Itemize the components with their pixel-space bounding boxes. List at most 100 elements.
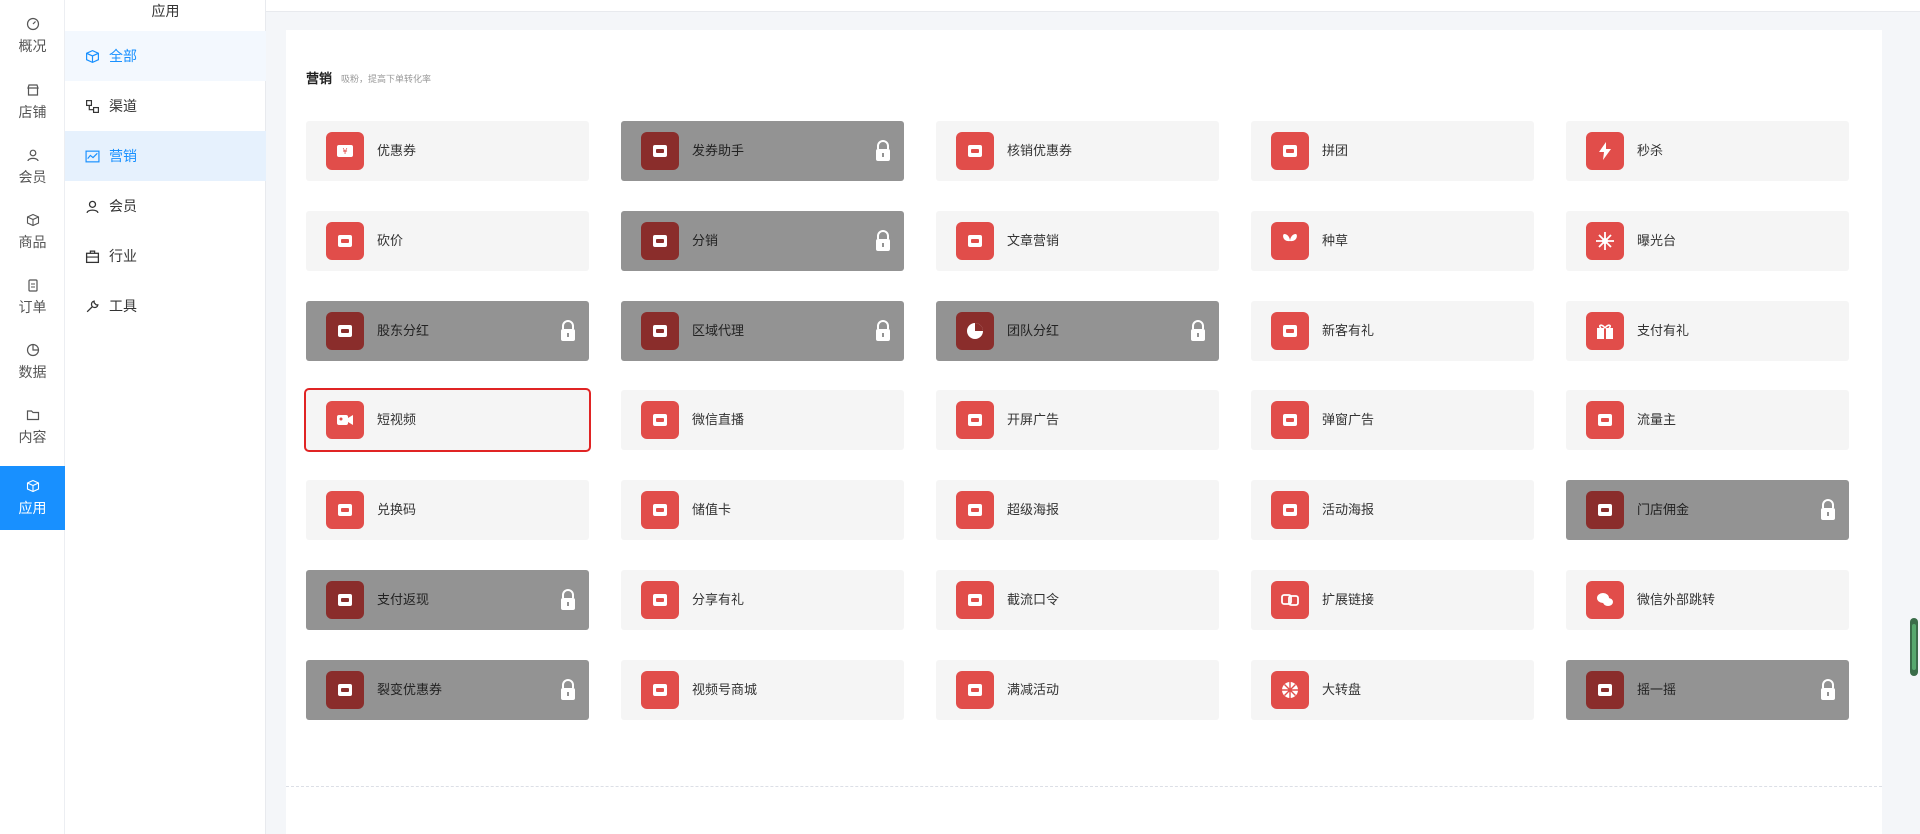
app-card-label: 拼团 xyxy=(1322,143,1349,158)
app-card-label: 优惠券 xyxy=(377,143,417,158)
submenu-item-label: 全部 xyxy=(109,48,137,64)
app-card[interactable]: 支付返现 xyxy=(306,570,589,630)
app-card[interactable]: 秒杀 xyxy=(1566,121,1849,181)
discount-icon xyxy=(956,671,994,709)
app-card[interactable]: 兑换码 xyxy=(306,480,589,540)
app-card[interactable]: 分享有礼 xyxy=(621,570,904,630)
rail-item-orders[interactable]: 订单 xyxy=(0,265,65,329)
app-card-label: 股东分红 xyxy=(377,323,430,338)
app-card[interactable]: 短视频 xyxy=(304,388,591,452)
app-card[interactable]: 弹窗广告 xyxy=(1251,390,1534,450)
app-card[interactable]: 发券助手 xyxy=(621,121,904,181)
app-card[interactable]: 活动海报 xyxy=(1251,480,1534,540)
video-camera-icon xyxy=(326,401,364,439)
rail-item-member[interactable]: 会员 xyxy=(0,135,65,199)
redeem-code-icon xyxy=(326,491,364,529)
app-card[interactable]: 截流口令 xyxy=(936,570,1219,630)
submenu-item-member[interactable]: 会员 xyxy=(65,181,266,231)
app-card-label: 曝光台 xyxy=(1637,233,1677,248)
app-card-label: 大转盘 xyxy=(1322,682,1362,697)
rail-item-label: 内容 xyxy=(18,428,47,445)
app-card[interactable]: 团队分红 xyxy=(936,301,1219,361)
app-card[interactable]: 开屏广告 xyxy=(936,390,1219,450)
rail-item-label: 应用 xyxy=(18,499,47,516)
app-card[interactable]: 文章营销 xyxy=(936,211,1219,271)
rail-item-data[interactable]: 数据 xyxy=(0,330,65,394)
submenu-item-marketing[interactable]: 营销 xyxy=(65,131,266,181)
top-bar xyxy=(266,0,1920,12)
app-card[interactable]: 裂变优惠券 xyxy=(306,660,589,720)
lightning-icon xyxy=(1586,132,1624,170)
secondary-menu: 应用 全部 渠道 营销 会员 行业 工具 xyxy=(65,0,266,834)
app-card[interactable]: 门店佣金 xyxy=(1566,480,1849,540)
app-card[interactable]: 分销 xyxy=(621,211,904,271)
lock-icon xyxy=(876,230,890,251)
video-shop-icon xyxy=(641,671,679,709)
app-card-label: 微信外部跳转 xyxy=(1637,592,1716,607)
app-card[interactable]: 摇一摇 xyxy=(1566,660,1849,720)
star-badge-icon xyxy=(956,491,994,529)
app-card-label: 区域代理 xyxy=(692,323,745,338)
submenu-item-label: 会员 xyxy=(109,198,137,214)
lock-icon xyxy=(876,140,890,161)
rail-item-overview[interactable]: 概况 xyxy=(0,4,65,68)
app-card[interactable]: 砍价 xyxy=(306,211,589,271)
app-card-label: 兑换码 xyxy=(377,502,417,517)
app-card[interactable]: 股东分红 xyxy=(306,301,589,361)
app-card[interactable]: 支付有礼 xyxy=(1566,301,1849,361)
app-card[interactable]: 流量主 xyxy=(1566,390,1849,450)
app-card[interactable]: 扩展链接 xyxy=(1251,570,1534,630)
store-icon xyxy=(26,83,39,96)
rail-item-goods[interactable]: 商品 xyxy=(0,200,65,264)
app-card[interactable]: 储值卡 xyxy=(621,480,904,540)
user-icon xyxy=(26,149,39,161)
coin-stack-icon xyxy=(641,312,679,350)
submenu-item-tools[interactable]: 工具 xyxy=(65,281,266,331)
channel-icon xyxy=(86,99,99,113)
submenu-item-channel[interactable]: 渠道 xyxy=(65,81,266,131)
rail-item-store[interactable]: 店铺 xyxy=(0,70,65,134)
app-card[interactable]: 拼团 xyxy=(1251,121,1534,181)
app-card[interactable]: 核销优惠券 xyxy=(936,121,1219,181)
page-scrollbar[interactable] xyxy=(1910,618,1918,676)
rail-item-apps[interactable]: 应用 xyxy=(0,466,65,530)
app-card-label: 文章营销 xyxy=(1007,233,1060,248)
app-card[interactable]: 新客有礼 xyxy=(1251,301,1534,361)
app-card[interactable]: 区域代理 xyxy=(621,301,904,361)
traffic-drop-icon xyxy=(1586,401,1624,439)
user-icon xyxy=(86,200,99,213)
cube-icon xyxy=(26,479,39,492)
app-card[interactable]: ¥ 优惠券 xyxy=(306,121,589,181)
rail-item-label: 概况 xyxy=(18,37,47,54)
submenu-item-label: 营销 xyxy=(109,148,137,164)
app-card-label: 种草 xyxy=(1322,233,1349,248)
rail-item-content[interactable]: 内容 xyxy=(0,395,65,459)
cashback-icon xyxy=(326,581,364,619)
app-card[interactable]: 种草 xyxy=(1251,211,1534,271)
app-card[interactable]: 微信外部跳转 xyxy=(1566,570,1849,630)
section-title: 营销 xyxy=(306,71,333,86)
price-tag-icon xyxy=(326,222,364,260)
dashboard-icon xyxy=(26,17,39,30)
submenu-item-label: 工具 xyxy=(109,298,137,314)
app-card[interactable]: 大转盘 xyxy=(1251,660,1534,720)
wrench-icon xyxy=(86,299,99,312)
app-card[interactable]: 微信直播 xyxy=(621,390,904,450)
dial-icon xyxy=(1271,491,1309,529)
primary-nav-rail: 概况 店铺 会员 商品 订单 数据 内容 应用 xyxy=(0,0,65,834)
app-list-panel: 营销 吸粉，提高下单转化率 ¥ 优惠券 发券助手 核销优惠券 拼团 秒杀 砍价 分销 文章营销 种… xyxy=(286,30,1882,834)
lock-icon xyxy=(1191,320,1205,341)
coupon-icon: ¥ xyxy=(326,132,364,170)
submenu-item-all[interactable]: 全部 xyxy=(65,31,266,81)
app-card-label: 流量主 xyxy=(1637,412,1677,427)
app-card[interactable]: 满减活动 xyxy=(936,660,1219,720)
cube-icon xyxy=(86,49,99,63)
app-card[interactable]: 曝光台 xyxy=(1566,211,1849,271)
app-card[interactable]: 视频号商城 xyxy=(621,660,904,720)
app-card-label: 支付有礼 xyxy=(1637,323,1690,338)
ad-screen-icon xyxy=(956,401,994,439)
svg-text:¥: ¥ xyxy=(342,147,347,156)
popup-ad-icon xyxy=(1271,401,1309,439)
submenu-item-industry[interactable]: 行业 xyxy=(65,231,266,281)
app-card[interactable]: 超级海报 xyxy=(936,480,1219,540)
